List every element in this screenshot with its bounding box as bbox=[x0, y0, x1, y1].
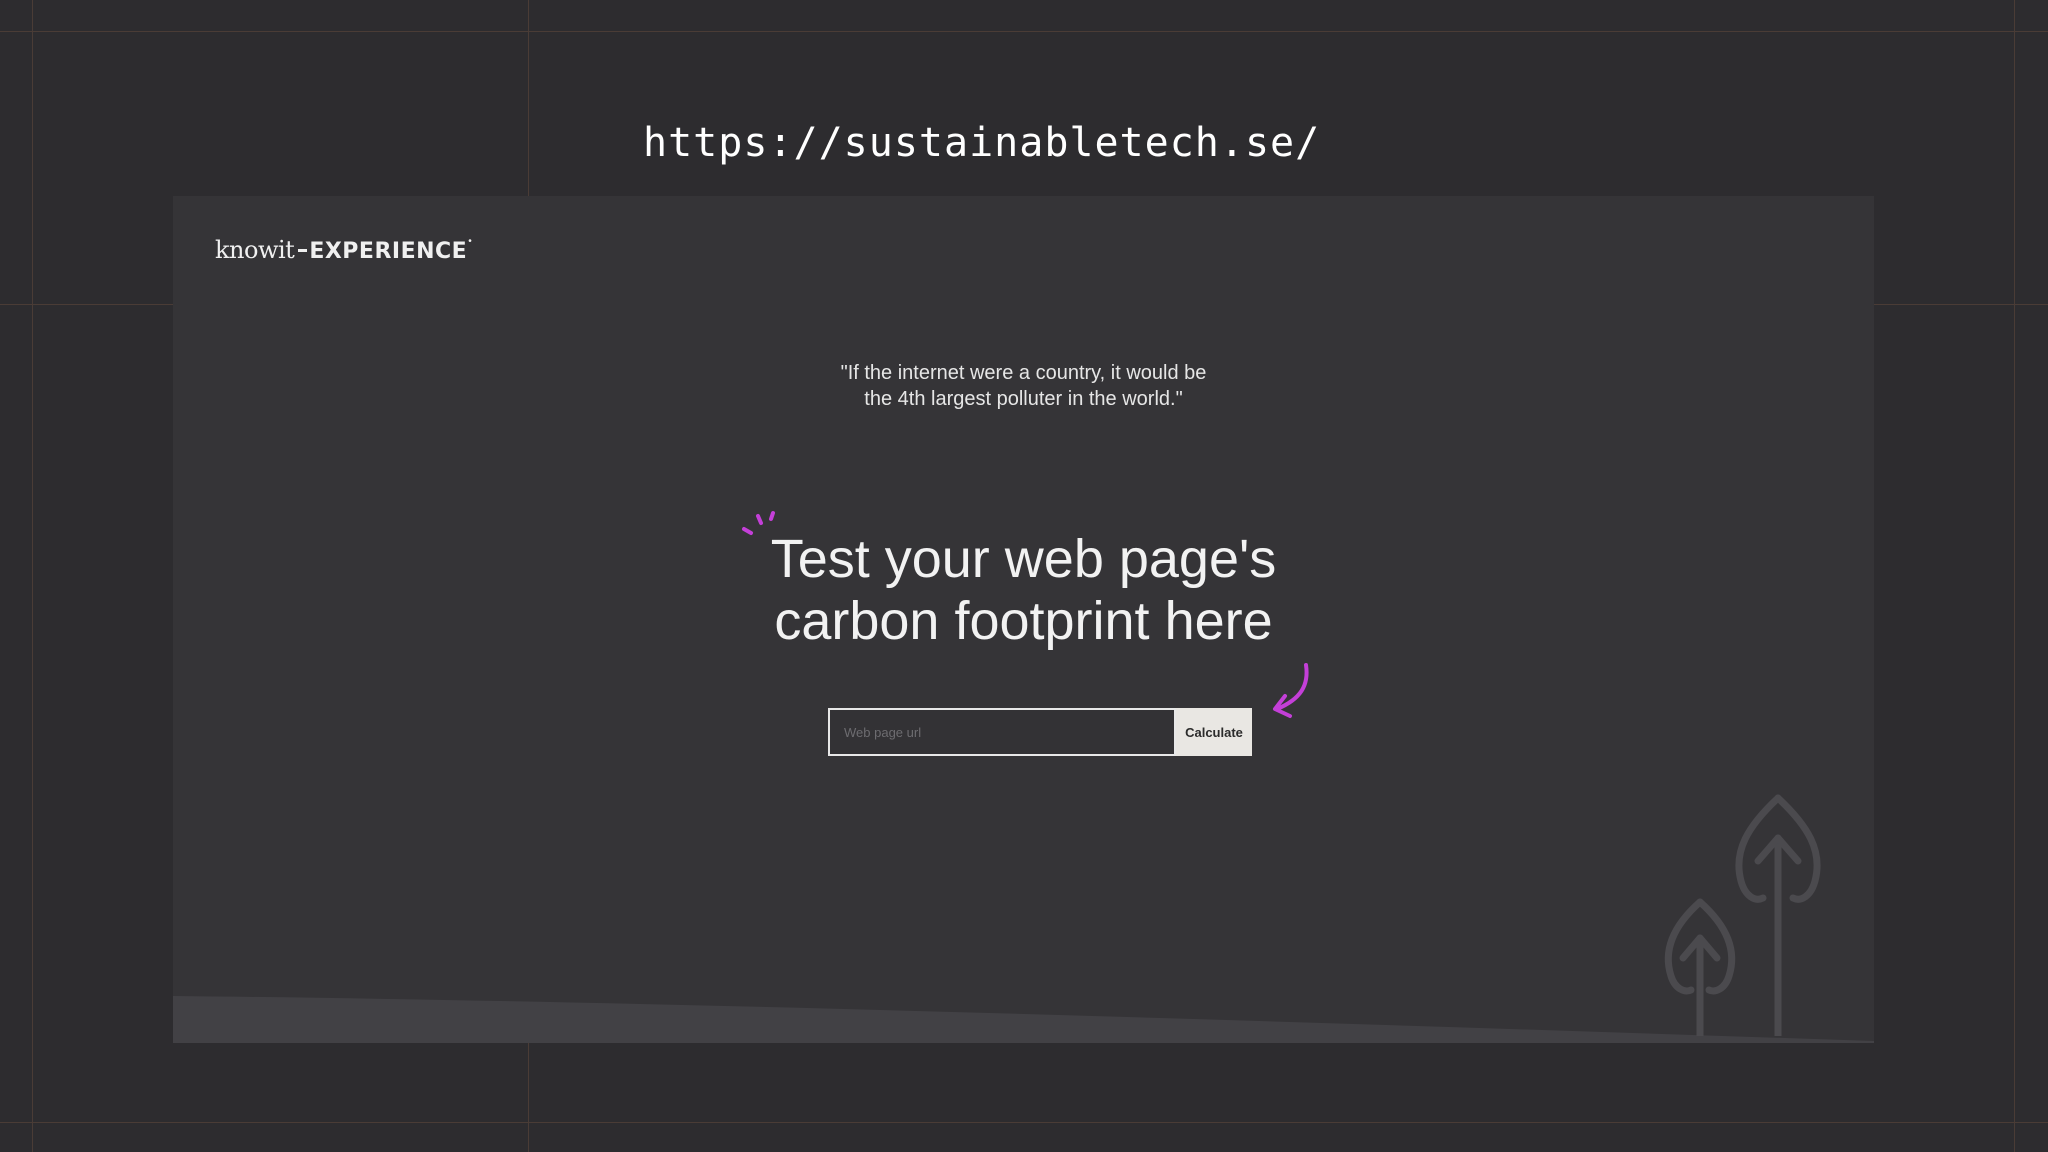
url-caption: https://sustainabletech.se/ bbox=[643, 120, 1321, 166]
ground-shape bbox=[173, 996, 1874, 1043]
website-screenshot: knowit EXPERIENCE • "If the internet wer… bbox=[173, 196, 1874, 1043]
guide-line-left bbox=[32, 0, 33, 1152]
guide-line-top bbox=[0, 31, 2048, 32]
tree-arrow-icon bbox=[1664, 794, 1821, 1036]
guide-line-bottom bbox=[0, 1122, 2048, 1123]
slide: https://sustainabletech.se/ knowit EXPER… bbox=[0, 0, 2048, 1152]
guide-line-right bbox=[2014, 0, 2015, 1152]
